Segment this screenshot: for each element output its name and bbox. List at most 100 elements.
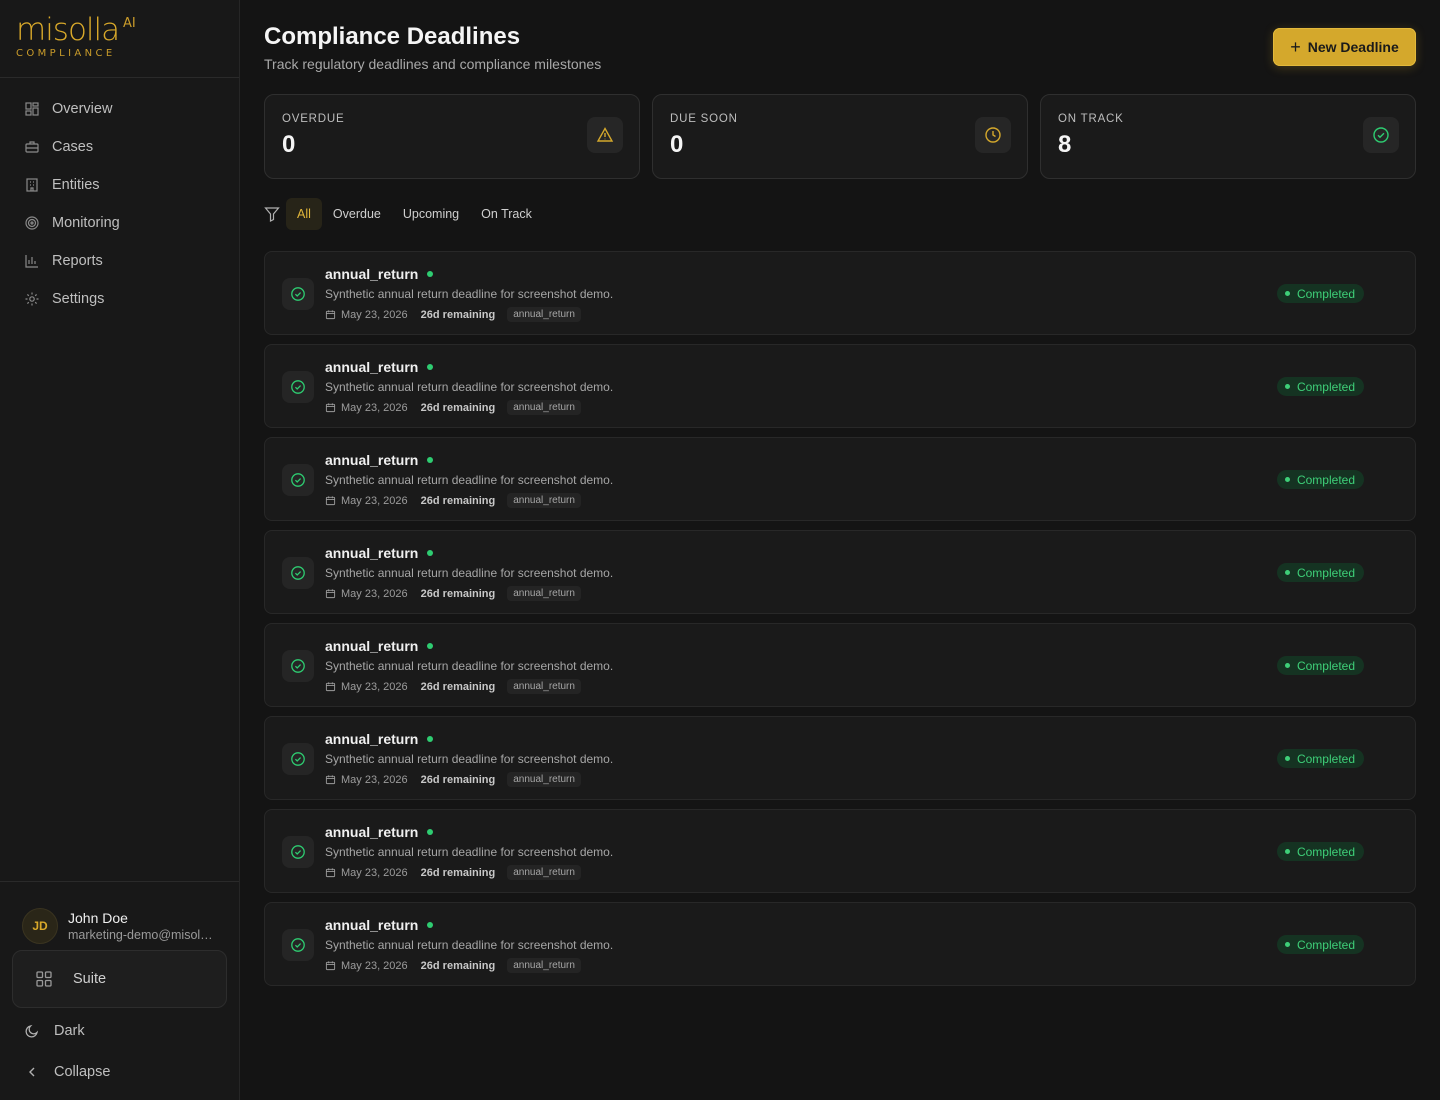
calendar-icon bbox=[325, 682, 336, 692]
status-label: Completed bbox=[1296, 286, 1355, 301]
deadline-tag: annual_return bbox=[507, 679, 581, 694]
deadline-date: May 23, 2026 bbox=[341, 773, 408, 786]
collapse-label: Collapse bbox=[54, 1064, 111, 1080]
tab-overdue[interactable]: Overdue bbox=[322, 198, 392, 230]
sidebar-item-label: Overview bbox=[52, 101, 113, 117]
tab-on-track[interactable]: On Track bbox=[470, 198, 543, 230]
collapse-button[interactable]: Collapse bbox=[0, 1052, 239, 1092]
status-badge: Completed bbox=[1276, 284, 1364, 303]
new-deadline-label: New Deadline bbox=[1307, 39, 1399, 55]
filter-bar: All Overdue Upcoming On Track bbox=[264, 198, 543, 230]
deadline-description: Synthetic annual return deadline for scr… bbox=[325, 287, 614, 301]
deadline-date: May 23, 2026 bbox=[341, 866, 408, 879]
status-label: Completed bbox=[1296, 751, 1355, 766]
sidebar-item-label: Monitoring bbox=[52, 215, 120, 231]
deadline-title-wrap: annual_return bbox=[325, 731, 434, 747]
status-dot bbox=[427, 643, 434, 649]
badge-dot bbox=[1284, 477, 1290, 482]
sidebar-item-label: Entities bbox=[52, 177, 100, 193]
deadline-tag: annual_return bbox=[507, 307, 581, 322]
deadline-description: Synthetic annual return deadline for scr… bbox=[325, 659, 614, 673]
check-circle-icon bbox=[282, 650, 314, 682]
deadline-row[interactable]: annual_return Synthetic annual return de… bbox=[264, 251, 1416, 335]
calendar-icon bbox=[325, 403, 336, 413]
deadline-tag: annual_return bbox=[507, 772, 581, 787]
deadline-remaining: 26d remaining bbox=[420, 959, 496, 972]
sidebar-item-settings[interactable]: Settings bbox=[0, 280, 239, 318]
deadline-meta: May 23, 2026 26d remaining annual_return bbox=[325, 679, 581, 694]
deadline-date: May 23, 2026 bbox=[341, 959, 408, 972]
deadline-date: May 23, 2026 bbox=[341, 680, 408, 693]
status-dot bbox=[427, 736, 434, 742]
sidebar-item-monitoring[interactable]: Monitoring bbox=[0, 204, 239, 242]
deadline-row[interactable]: annual_return Synthetic annual return de… bbox=[264, 809, 1416, 893]
stat-card-on-track: ON TRACK 8 bbox=[1040, 94, 1416, 179]
sidebar-item-reports[interactable]: Reports bbox=[0, 242, 239, 280]
deadline-tag: annual_return bbox=[507, 400, 581, 415]
check-circle-icon bbox=[282, 743, 314, 775]
calendar-icon bbox=[325, 310, 336, 320]
status-label: Completed bbox=[1296, 379, 1355, 394]
sidebar-item-overview[interactable]: Overview bbox=[0, 90, 239, 128]
suite-button[interactable]: Suite bbox=[12, 950, 227, 1008]
deadline-title-wrap: annual_return bbox=[325, 359, 434, 375]
deadline-row[interactable]: annual_return Synthetic annual return de… bbox=[264, 716, 1416, 800]
deadline-meta: May 23, 2026 26d remaining annual_return bbox=[325, 307, 581, 322]
deadline-tag: annual_return bbox=[507, 865, 581, 880]
deadline-description: Synthetic annual return deadline for scr… bbox=[325, 938, 614, 952]
suite-label: Suite bbox=[73, 971, 107, 987]
deadline-remaining: 26d remaining bbox=[420, 866, 496, 879]
deadline-title: annual_return bbox=[325, 359, 419, 375]
deadline-tag: annual_return bbox=[507, 958, 581, 973]
deadline-date: May 23, 2026 bbox=[341, 587, 408, 600]
tab-all[interactable]: All bbox=[286, 198, 322, 230]
sidebar-item-label: Cases bbox=[52, 139, 94, 155]
deadline-row[interactable]: annual_return Synthetic annual return de… bbox=[264, 623, 1416, 707]
badge-dot bbox=[1284, 756, 1290, 761]
brand-sub: COMPLIANCE bbox=[16, 48, 116, 59]
stat-value: 0 bbox=[670, 131, 684, 158]
theme-toggle[interactable]: Dark bbox=[0, 1010, 239, 1052]
calendar-icon bbox=[325, 775, 336, 785]
deadline-list: annual_return Synthetic annual return de… bbox=[264, 251, 1416, 995]
deadline-row[interactable]: annual_return Synthetic annual return de… bbox=[264, 902, 1416, 986]
deadline-meta: May 23, 2026 26d remaining annual_return bbox=[325, 772, 581, 787]
sidebar-item-cases[interactable]: Cases bbox=[0, 128, 239, 166]
deadline-title: annual_return bbox=[325, 266, 419, 282]
deadline-meta: May 23, 2026 26d remaining annual_return bbox=[325, 400, 581, 415]
tab-upcoming[interactable]: Upcoming bbox=[392, 198, 470, 230]
deadline-date: May 23, 2026 bbox=[341, 308, 408, 321]
status-badge: Completed bbox=[1276, 749, 1364, 768]
deadline-title-wrap: annual_return bbox=[325, 638, 434, 654]
user-profile[interactable]: JD John Doe marketing-demo@misolla.ai bbox=[0, 882, 239, 950]
calendar-icon bbox=[325, 496, 336, 506]
deadline-remaining: 26d remaining bbox=[420, 773, 496, 786]
deadline-row[interactable]: annual_return Synthetic annual return de… bbox=[264, 344, 1416, 428]
status-dot bbox=[427, 364, 434, 370]
clock-icon bbox=[975, 117, 1011, 153]
deadline-meta: May 23, 2026 26d remaining annual_return bbox=[325, 493, 581, 508]
deadline-title: annual_return bbox=[325, 452, 419, 468]
deadline-title: annual_return bbox=[325, 731, 419, 747]
deadline-meta: May 23, 2026 26d remaining annual_return bbox=[325, 586, 581, 601]
deadline-row[interactable]: annual_return Synthetic annual return de… bbox=[264, 437, 1416, 521]
status-label: Completed bbox=[1296, 937, 1355, 952]
avatar: JD bbox=[22, 908, 58, 944]
new-deadline-button[interactable]: + New Deadline bbox=[1273, 28, 1416, 66]
check-circle-icon bbox=[1363, 117, 1399, 153]
sidebar-item-entities[interactable]: Entities bbox=[0, 166, 239, 204]
check-circle-icon bbox=[282, 929, 314, 961]
logo[interactable]: misolla AI COMPLIANCE bbox=[0, 0, 239, 78]
deadline-title-wrap: annual_return bbox=[325, 452, 434, 468]
stats-cards: OVERDUE 0 DUE SOON 0 ON TRACK 8 bbox=[264, 94, 1416, 179]
radar-icon bbox=[24, 215, 40, 231]
status-dot bbox=[427, 922, 434, 928]
deadline-row[interactable]: annual_return Synthetic annual return de… bbox=[264, 530, 1416, 614]
stat-label: DUE SOON bbox=[670, 113, 738, 125]
deadline-title-wrap: annual_return bbox=[325, 917, 434, 933]
gear-icon bbox=[24, 291, 40, 307]
status-dot bbox=[427, 457, 434, 463]
deadline-remaining: 26d remaining bbox=[420, 494, 496, 507]
page-title: Compliance Deadlines bbox=[264, 23, 521, 50]
status-label: Completed bbox=[1296, 844, 1355, 859]
